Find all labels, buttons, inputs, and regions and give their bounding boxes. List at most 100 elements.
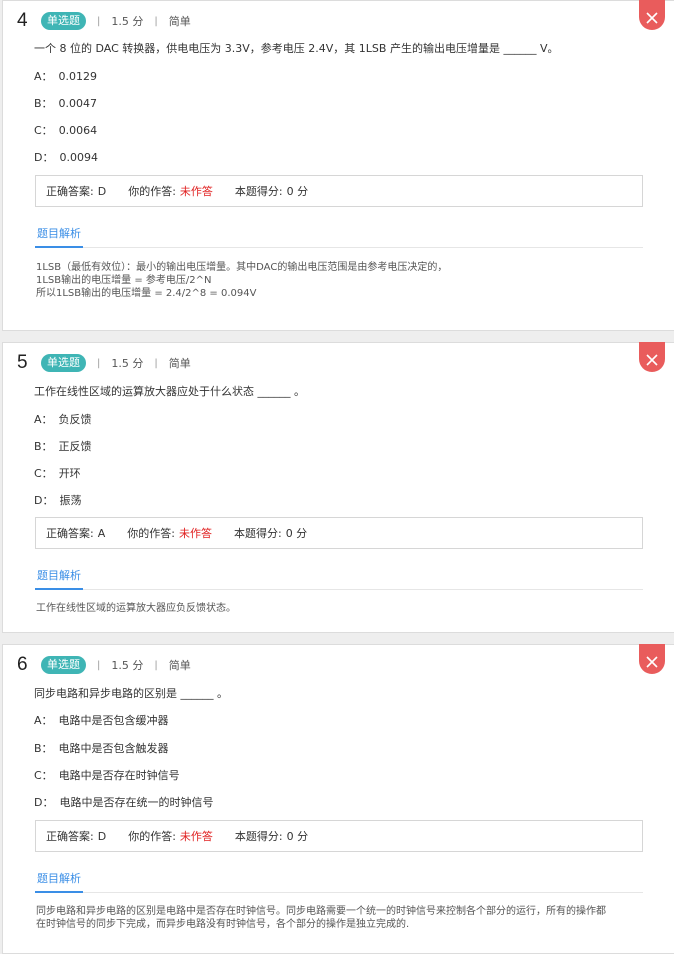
option-letter: D： [34, 494, 54, 507]
score-label: 本题得分: [233, 527, 282, 540]
your-answer-value: 未作答 [179, 830, 213, 843]
analysis-line: 同步电路和异步电路的区别是电路中是否存在时钟信号。同步电路需要一个统一的时钟信号… [36, 906, 606, 917]
divider: | [97, 659, 101, 671]
option-letter: B： [34, 742, 53, 755]
score-value: 0 分 [286, 830, 309, 843]
correct-answer-label: 正确答案: [46, 527, 94, 540]
your-answer-label: 你的作答: [128, 185, 176, 198]
close-button[interactable] [639, 342, 665, 372]
option-c[interactable]: C： 电路中是否存在时钟信号 [34, 767, 180, 783]
option-text: 振荡 [59, 494, 82, 507]
question-number: 4 [17, 10, 28, 31]
question-stem: 同步电路和异步电路的区别是 ______ 。 [34, 687, 228, 700]
question-type-badge: 单选题 [41, 12, 86, 30]
analysis-text: 1LSB（最低有效位）：最小的输出电压增量。其中DAC的输出电压范围是由参考电压… [36, 261, 646, 300]
option-c[interactable]: C： 0.0064 [34, 122, 97, 138]
correct-answer-value: A [97, 526, 106, 540]
analysis-text: 同步电路和异步电路的区别是电路中是否存在时钟信号。同步电路需要一个统一的时钟信号… [36, 905, 646, 931]
question-type-badge: 单选题 [41, 656, 86, 674]
analysis-tab-bar: 题目解析 [35, 226, 643, 248]
correct-answer-value: D [97, 829, 107, 843]
analysis-line: 所以1LSB输出的电压增量 = 2.4/2^8 = 0.094V [36, 288, 257, 299]
correct-answer-label: 正确答案: [46, 830, 94, 843]
close-icon [646, 656, 658, 668]
option-text: 0.0094 [59, 151, 98, 164]
analysis-line: 1LSB输出的电压增量 = 参考电压/2^N [36, 275, 212, 286]
close-icon [646, 12, 658, 24]
score-value: 0 分 [285, 527, 308, 540]
option-d[interactable]: D： 振荡 [34, 492, 81, 508]
divider: | [154, 15, 158, 27]
analysis-line: 在时钟信号的同步下完成，而异步电路没有时钟信号，各个部分的操作是独立完成的. [36, 919, 410, 930]
close-button[interactable] [639, 644, 665, 674]
option-letter: C： [34, 124, 53, 137]
option-d[interactable]: D： 0.0094 [34, 149, 98, 165]
analysis-tab-bar: 题目解析 [35, 871, 643, 893]
option-text: 0.0129 [58, 70, 98, 83]
your-answer-label: 你的作答: [127, 527, 175, 540]
question-header: 4 单选题 | 1.5 分 | 简单 [17, 10, 191, 31]
question-difficulty: 简单 [168, 15, 191, 28]
option-d[interactable]: D： 电路中是否存在统一的时钟信号 [34, 794, 213, 810]
option-text: 电路中是否存在统一的时钟信号 [59, 796, 214, 809]
tab-analysis[interactable]: 题目解析 [35, 226, 83, 248]
question-number: 5 [17, 352, 28, 373]
analysis-text: 工作在线性区域的运算放大器应负反馈状态。 [36, 602, 646, 615]
divider: | [154, 357, 158, 369]
close-icon [646, 354, 658, 366]
option-letter: B： [34, 97, 53, 110]
option-text: 正反馈 [58, 440, 92, 453]
question-card: 4 单选题 | 1.5 分 | 简单 一个 8 位的 DAC 转换器，供电电压为… [2, 0, 674, 331]
option-text: 负反馈 [58, 413, 92, 426]
question-card: 6 单选题 | 1.5 分 | 简单 同步电路和异步电路的区别是 ______ … [2, 644, 674, 954]
option-c[interactable]: C： 开环 [34, 465, 81, 481]
answer-summary: 正确答案: D 你的作答: 未作答 本题得分: 0 分 [35, 175, 643, 207]
question-score: 1.5 分 [111, 659, 144, 672]
question-score: 1.5 分 [111, 15, 144, 28]
option-b[interactable]: B： 0.0047 [34, 95, 97, 111]
option-letter: B： [34, 440, 53, 453]
option-a[interactable]: A： 负反馈 [34, 411, 92, 427]
divider: | [154, 659, 158, 671]
option-letter: D： [34, 796, 54, 809]
correct-answer-label: 正确答案: [46, 185, 94, 198]
option-b[interactable]: B： 正反馈 [34, 438, 92, 454]
option-text: 开环 [58, 467, 81, 480]
option-letter: D： [34, 151, 54, 164]
divider: | [97, 357, 101, 369]
option-letter: A： [34, 70, 53, 83]
question-number: 6 [17, 654, 28, 675]
question-type-badge: 单选题 [41, 354, 86, 372]
option-text: 0.0047 [58, 97, 98, 110]
option-text: 电路中是否存在时钟信号 [58, 769, 180, 782]
option-b[interactable]: B： 电路中是否包含触发器 [34, 740, 169, 756]
answer-summary: 正确答案: A 你的作答: 未作答 本题得分: 0 分 [35, 517, 643, 549]
question-card: 5 单选题 | 1.5 分 | 简单 工作在线性区域的运算放大器应处于什么状态 … [2, 342, 674, 633]
analysis-tab-bar: 题目解析 [35, 568, 643, 590]
question-header: 6 单选题 | 1.5 分 | 简单 [17, 654, 191, 675]
question-stem: 工作在线性区域的运算放大器应处于什么状态 ______ 。 [34, 385, 305, 398]
option-letter: A： [34, 714, 53, 727]
tab-analysis[interactable]: 题目解析 [35, 871, 83, 893]
analysis-line: 工作在线性区域的运算放大器应负反馈状态。 [36, 603, 236, 614]
close-button[interactable] [639, 0, 665, 30]
score-label: 本题得分: [234, 830, 283, 843]
question-difficulty: 简单 [168, 357, 191, 370]
option-letter: A： [34, 413, 53, 426]
option-a[interactable]: A： 0.0129 [34, 68, 97, 84]
your-answer-value: 未作答 [178, 527, 212, 540]
option-letter: C： [34, 467, 53, 480]
your-answer-value: 未作答 [179, 185, 213, 198]
analysis-line: 1LSB（最低有效位）：最小的输出电压增量。其中DAC的输出电压范围是由参考电压… [36, 262, 448, 273]
divider: | [97, 15, 101, 27]
question-stem: 一个 8 位的 DAC 转换器，供电电压为 3.3V，参考电压 2.4V，其 1… [34, 42, 559, 55]
option-text: 0.0064 [58, 124, 98, 137]
option-a[interactable]: A： 电路中是否包含缓冲器 [34, 712, 169, 728]
tab-analysis[interactable]: 题目解析 [35, 568, 83, 590]
score-label: 本题得分: [234, 185, 283, 198]
option-text: 电路中是否包含缓冲器 [58, 714, 169, 727]
question-difficulty: 简单 [168, 659, 191, 672]
option-text: 电路中是否包含触发器 [58, 742, 169, 755]
answer-summary: 正确答案: D 你的作答: 未作答 本题得分: 0 分 [35, 820, 643, 852]
question-header: 5 单选题 | 1.5 分 | 简单 [17, 352, 191, 373]
